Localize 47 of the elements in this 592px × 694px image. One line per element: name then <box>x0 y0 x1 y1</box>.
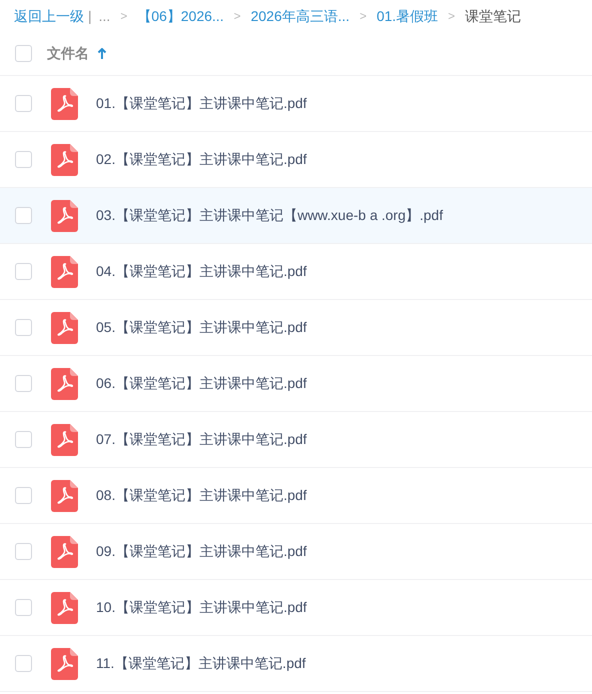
pdf-file-icon <box>51 592 78 624</box>
checkbox[interactable] <box>15 431 32 448</box>
separator-text: > <box>120 8 128 25</box>
checkbox[interactable] <box>15 207 32 224</box>
checkbox[interactable] <box>15 375 32 392</box>
pdf-file-icon <box>51 424 78 456</box>
checkbox[interactable] <box>15 487 32 504</box>
checkbox[interactable] <box>15 543 32 560</box>
file-name[interactable]: 01.【课堂笔记】主讲课中笔记.pdf <box>96 93 307 114</box>
separator-text: > <box>234 8 241 25</box>
separator-text: > <box>360 8 367 25</box>
file-name[interactable]: 10.【课堂笔记】主讲课中笔记.pdf <box>96 597 307 618</box>
breadcrumb-link[interactable]: 2026年高三语... <box>250 6 350 26</box>
checkbox[interactable] <box>15 45 32 62</box>
back-link[interactable]: 返回上一级 <box>14 6 84 26</box>
file-name[interactable]: 03.【课堂笔记】主讲课中笔记【www.xue-b a .org】.pdf <box>96 205 443 226</box>
checkbox[interactable] <box>15 95 32 112</box>
breadcrumb-link[interactable]: 【06】2026... <box>137 6 224 26</box>
breadcrumb-link[interactable]: 课堂笔记 <box>465 6 522 26</box>
pdf-file-icon <box>51 648 78 680</box>
pdf-file-icon <box>51 200 78 232</box>
separator-text: > <box>448 8 456 25</box>
pdf-file-icon <box>51 312 78 344</box>
checkbox[interactable] <box>15 655 32 672</box>
checkbox[interactable] <box>15 319 32 336</box>
pdf-file-icon <box>51 256 78 288</box>
column-header[interactable]: 文件名 <box>47 43 89 64</box>
pdf-file-icon <box>51 480 78 512</box>
checkbox[interactable] <box>15 263 32 280</box>
pdf-file-icon <box>51 144 78 176</box>
checkbox[interactable] <box>15 599 32 616</box>
pdf-file-icon <box>51 368 78 400</box>
file-name[interactable]: 04.【课堂笔记】主讲课中笔记.pdf <box>96 261 307 282</box>
file-name[interactable]: 09.【课堂笔记】主讲课中笔记.pdf <box>96 541 307 562</box>
file-name[interactable]: 11.【课堂笔记】主讲课中笔记.pdf <box>96 653 306 674</box>
file-name[interactable]: 02.【课堂笔记】主讲课中笔记.pdf <box>96 149 307 170</box>
sort-up-icon[interactable] <box>97 48 107 60</box>
file-name[interactable]: 07.【课堂笔记】主讲课中笔记.pdf <box>96 429 307 450</box>
file-row[interactable]: 03.【课堂笔记】主讲课中笔记【www.xue-b a .org】.pdf <box>0 188 592 244</box>
file-name[interactable]: 05.【课堂笔记】主讲课中笔记.pdf <box>96 317 307 338</box>
breadcrumb-link[interactable]: 01.暑假班 <box>376 6 438 26</box>
pdf-file-icon <box>51 88 78 120</box>
file-name[interactable]: 08.【课堂笔记】主讲课中笔记.pdf <box>96 485 307 506</box>
checkbox[interactable] <box>15 151 32 168</box>
file-name[interactable]: 06.【课堂笔记】主讲课中笔记.pdf <box>96 373 307 394</box>
pdf-file-icon <box>51 536 78 568</box>
divider-text: | <box>88 6 92 26</box>
